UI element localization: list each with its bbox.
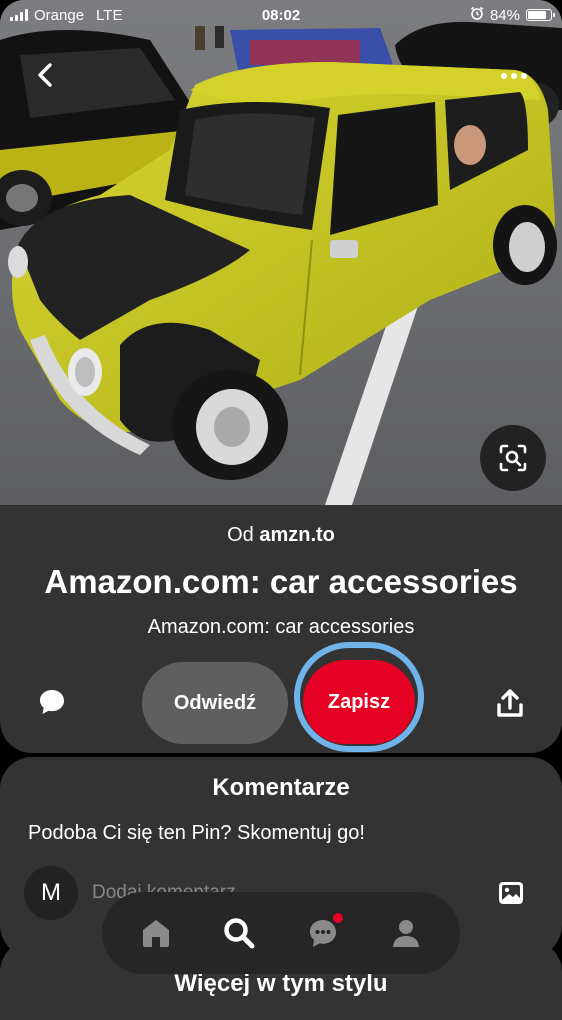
search-icon (224, 918, 255, 949)
visual-search-button[interactable] (480, 425, 546, 491)
speech-bubble-icon (40, 690, 64, 714)
nav-search[interactable] (217, 911, 261, 955)
network-type: LTE (96, 6, 123, 24)
chevron-left-icon (38, 63, 52, 87)
battery-percent: 84% (489, 6, 520, 24)
comments-prompt: Podoba Ci się ten Pin? Skomentuj go! (28, 822, 365, 844)
carrier: Orange (34, 6, 85, 24)
nav-profile[interactable] (384, 911, 428, 955)
nav-home[interactable] (134, 911, 178, 955)
more-dots-icon (501, 73, 507, 79)
add-photo-button[interactable] (496, 878, 526, 908)
comment-button[interactable] (36, 686, 68, 718)
profile-icon (393, 920, 420, 947)
save-button[interactable]: Zapisz (303, 660, 415, 744)
photo-icon (499, 882, 523, 904)
signal-icon (10, 9, 28, 21)
pin-image[interactable] (0, 0, 562, 505)
pin-description: Amazon.com: car accessories (147, 616, 415, 638)
battery-icon (526, 9, 555, 21)
share-icon (497, 689, 523, 717)
comments-title: Komentarze (212, 774, 350, 801)
more-options-button[interactable] (494, 66, 534, 86)
bottom-nav (102, 892, 460, 974)
avatar[interactable]: M (24, 866, 78, 920)
car-photo (0, 0, 562, 505)
status-right: 84% (470, 6, 562, 24)
visit-button[interactable]: Odwiedź (142, 662, 288, 744)
pin-source[interactable]: Od amzn.to (0, 524, 562, 547)
notification-dot (332, 913, 343, 923)
home-icon (142, 920, 169, 947)
more-like-this-title: Więcej w tym stylu (174, 970, 388, 997)
status-left: Orange LTE (0, 7, 122, 24)
back-button[interactable] (28, 58, 62, 92)
source-prefix: Od (227, 524, 254, 546)
alarm-icon (470, 6, 484, 24)
pin-title: Amazon.com: car accessories (44, 563, 518, 600)
share-button[interactable] (494, 688, 526, 720)
status-bar: Orange LTE 08:02 84% (0, 0, 562, 30)
source-domain: amzn.to (259, 524, 335, 546)
nav-messages[interactable] (301, 911, 345, 955)
lens-icon (499, 444, 527, 472)
